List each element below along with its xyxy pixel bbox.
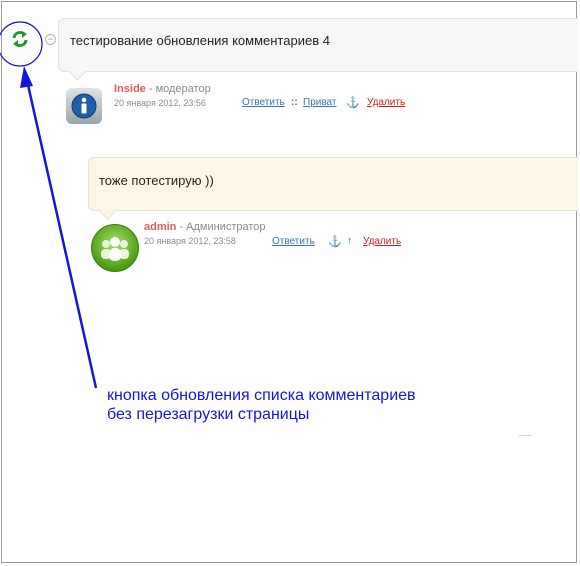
annotation-text: кнопка обновления списка комментариев бе… bbox=[107, 386, 437, 424]
annotation-line: кнопка обновления списка комментариев bbox=[107, 387, 416, 404]
annotation-arrow bbox=[0, 21, 98, 389]
annotation-line: без перезагрузки страницы bbox=[107, 406, 310, 423]
divider bbox=[519, 435, 531, 436]
